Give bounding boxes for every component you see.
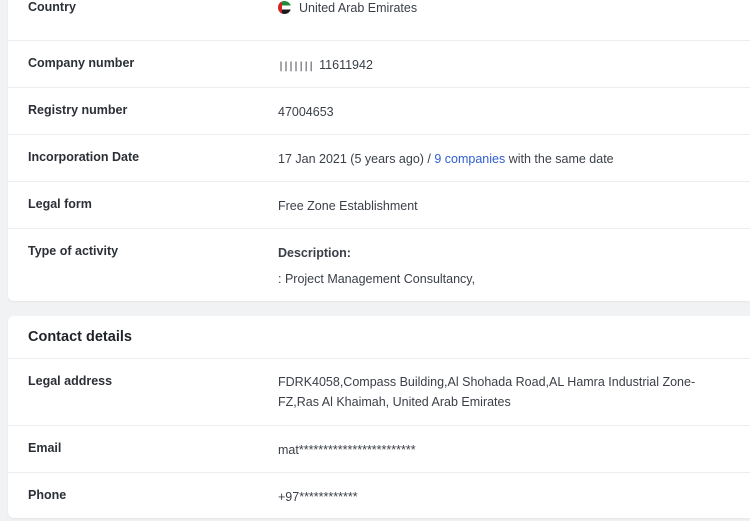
company-number-label: Company number xyxy=(28,56,135,70)
phone-label: Phone xyxy=(28,488,67,502)
registry-number-label: Registry number xyxy=(28,103,128,117)
registry-number-value: 47004653 xyxy=(278,105,334,119)
contact-header-row: Contact details xyxy=(8,316,750,359)
same-date-companies-link[interactable]: 9 companies xyxy=(434,152,505,166)
activity-label: Type of activity xyxy=(28,244,119,258)
activity-description-heading: Description: xyxy=(278,246,351,260)
incorporation-value: 17 Jan 2021 (5 years ago) / 9 companies … xyxy=(278,149,730,169)
incorporation-row: Incorporation Date 17 Jan 2021 (5 years … xyxy=(8,135,750,182)
country-row: Country United Arab Emirates xyxy=(8,0,750,41)
email-label: Email xyxy=(28,441,62,455)
legal-address-label: Legal address xyxy=(28,374,113,388)
legal-form-label: Legal form xyxy=(28,197,92,211)
country-label: Country xyxy=(28,0,76,14)
section-title: Contact details xyxy=(28,329,132,345)
legal-address-row: Legal address FDRK4058,Compass Building,… xyxy=(8,359,750,426)
incorporation-date: 17 Jan 2021 (5 years ago) / xyxy=(278,152,431,166)
activity-description-value: : Project Management Consultancy, xyxy=(278,272,476,286)
legal-form-row: Legal form Free Zone Establishment xyxy=(8,182,750,229)
country-value-wrap: United Arab Emirates xyxy=(278,0,730,18)
incorporation-suffix: with the same date xyxy=(508,152,614,166)
incorporation-label: Incorporation Date xyxy=(28,150,140,164)
uae-flag-icon xyxy=(278,1,291,14)
registry-number-row: Registry number 47004653 xyxy=(8,88,750,135)
email-value: mat************************ xyxy=(278,443,416,457)
barcode-icon: ||||||| xyxy=(278,61,314,72)
email-row: Email mat************************ xyxy=(8,426,750,473)
company-number-value: 11611942 xyxy=(319,58,373,72)
phone-row: Phone +97************ xyxy=(8,473,750,518)
activity-row: Type of activity Description: : Project … xyxy=(8,229,750,301)
company-number-row: Company number ||||||| 11611942 xyxy=(8,41,750,88)
company-details-card: Country United Arab Emirates Company num… xyxy=(8,0,750,301)
legal-form-value: Free Zone Establishment xyxy=(278,199,418,213)
legal-address-value: FDRK4058,Compass Building,Al Shohada Roa… xyxy=(278,375,696,409)
phone-value: +97************ xyxy=(278,490,358,504)
company-number-wrap: ||||||| 11611942 xyxy=(278,55,730,77)
country-value: United Arab Emirates xyxy=(299,1,418,15)
contact-details-card: Contact details Legal address FDRK4058,C… xyxy=(8,316,750,518)
